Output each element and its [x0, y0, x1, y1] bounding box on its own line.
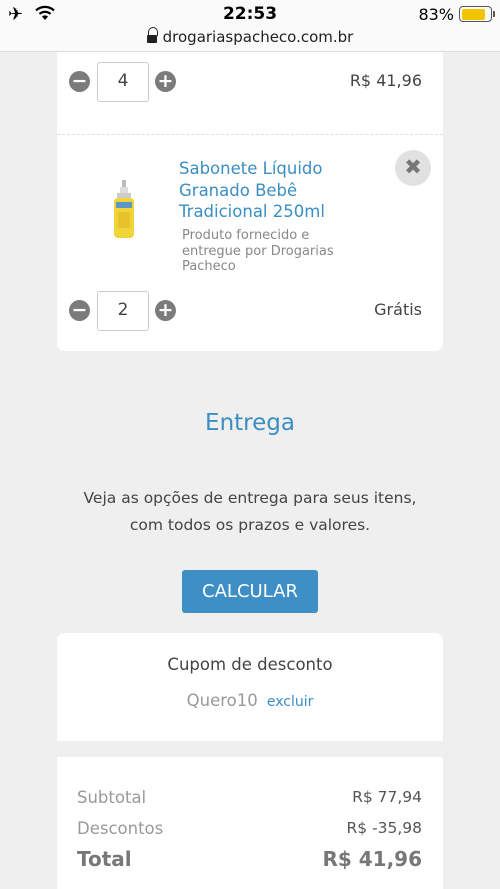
battery-icon — [459, 6, 495, 22]
delivery-description: Veja as opções de entrega para seus iten… — [0, 485, 500, 539]
coupon-applied: Quero10 excluir — [57, 691, 443, 710]
plus-icon[interactable]: + — [155, 71, 176, 92]
url-text: drogariaspacheco.com.br — [162, 28, 354, 46]
total-label: Total — [77, 847, 132, 871]
discount-label: Descontos — [77, 819, 164, 838]
battery-fill — [461, 8, 485, 20]
product-name-link[interactable]: Sabonete Líquido Granado Bebê Tradiciona… — [179, 158, 369, 223]
status-bar: ✈ 22:53 83% — [0, 0, 500, 28]
item-divider — [57, 134, 443, 135]
minus-icon[interactable]: − — [69, 71, 90, 92]
item-price: R$ 41,96 — [349, 71, 422, 90]
lock-icon — [146, 27, 158, 43]
total-row: Total R$ 41,96 — [77, 847, 422, 871]
coupon-card: Cupom de desconto Quero10 excluir — [57, 633, 443, 741]
coupon-title: Cupom de desconto — [167, 655, 333, 674]
quantity-input[interactable]: 2 — [97, 291, 149, 331]
item-price: Grátis — [374, 300, 422, 319]
delivery-title: Entrega — [205, 410, 295, 436]
remove-coupon-link[interactable]: excluir — [267, 694, 314, 710]
subtotal-value: R$ 77,94 — [352, 788, 422, 806]
battery-percent: 83% — [418, 5, 454, 24]
coupon-code: Quero10 — [186, 691, 258, 710]
product-seller-note: Produto fornecido e entregue por Drogari… — [182, 228, 334, 274]
delivery-description-line: Veja as opções de entrega para seus iten… — [83, 489, 417, 507]
minus-icon[interactable]: − — [69, 300, 90, 321]
subtotal-row: Subtotal R$ 77,94 — [77, 788, 422, 807]
order-summary-card: Subtotal R$ 77,94 Descontos R$ -35,98 To… — [57, 757, 443, 889]
discount-row: Descontos R$ -35,98 — [77, 819, 422, 838]
discount-value: R$ -35,98 — [346, 819, 422, 837]
address-bar[interactable]: drogariaspacheco.com.br — [0, 27, 500, 52]
remove-x-icon[interactable]: ✖ — [395, 150, 431, 186]
product-thumbnail[interactable] — [109, 180, 139, 240]
delivery-description-line: com todos os prazos e valores. — [129, 516, 371, 534]
calculate-button[interactable]: CALCULAR — [182, 570, 318, 613]
total-value: R$ 41,96 — [322, 847, 422, 871]
cart-items-card: − 4 + R$ 41,96 Sabonete Líquido Granado … — [57, 52, 443, 351]
quantity-input[interactable]: 4 — [97, 62, 149, 102]
subtotal-label: Subtotal — [77, 788, 147, 807]
plus-icon[interactable]: + — [155, 300, 176, 321]
